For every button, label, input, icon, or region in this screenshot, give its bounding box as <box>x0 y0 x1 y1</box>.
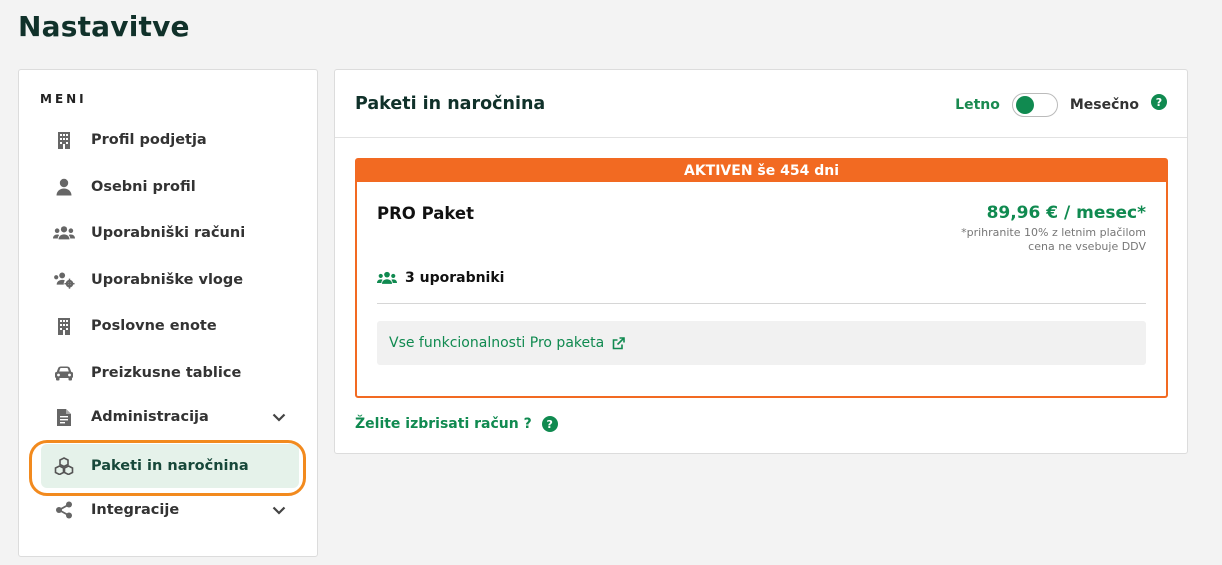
sidebar-item-label: Profil podjetja <box>91 132 207 148</box>
features-link[interactable]: Vse funkcionalnosti Pro paketa <box>389 335 626 351</box>
sidebar-item-label: Integracije <box>91 502 180 518</box>
features-box: Vse funkcionalnosti Pro paketa <box>377 321 1146 365</box>
panel-header: Paketi in naročnina Letno Mesečno ? <box>335 70 1187 138</box>
sidebar-item-label: Uporabniške vloge <box>91 272 244 288</box>
plan-name: PRO Paket <box>377 204 474 223</box>
sidebar-item-paketi-in-narocnina[interactable]: Paketi in naročnina <box>41 444 299 488</box>
toggle-label-yearly[interactable]: Letno <box>955 97 1000 113</box>
page-title: Nastavitve <box>18 10 190 43</box>
subscription-panel: Paketi in naročnina Letno Mesečno ? AKTI… <box>334 69 1188 454</box>
features-link-label: Vse funkcionalnosti Pro paketa <box>389 335 605 351</box>
delete-account-row: Želite izbrisati račun ? ? <box>355 416 558 432</box>
billing-switch[interactable] <box>1011 93 1058 117</box>
toggle-label-monthly[interactable]: Mesečno <box>1070 97 1139 113</box>
building-icon <box>53 129 75 151</box>
chevron-down-icon[interactable] <box>269 500 289 520</box>
sidebar-item-profil-podjetja[interactable]: Profil podjetja <box>41 118 299 162</box>
sidebar-item-uporabniski-racuni[interactable]: Uporabniški računi <box>41 211 299 255</box>
user-icon <box>53 176 75 198</box>
cubes-icon <box>53 455 75 477</box>
users-icon <box>377 271 397 285</box>
sidebar-menu: MENI Profil podjetja Osebni profil Upora… <box>18 69 318 557</box>
help-icon[interactable]: ? <box>541 416 558 432</box>
car-icon <box>53 362 75 384</box>
plan-users-count: 3 uporabniki <box>405 270 505 286</box>
chevron-down-icon[interactable] <box>269 407 289 427</box>
help-icon[interactable]: ? <box>1151 94 1167 110</box>
billing-period-toggle: Letno Mesečno ? <box>955 93 1167 117</box>
delete-account-link[interactable]: Želite izbrisati račun ? <box>355 416 532 432</box>
sidebar-item-label: Paketi in naročnina <box>91 458 249 474</box>
sidebar-item-integracije[interactable]: Integracije <box>41 488 299 532</box>
sidebar-item-preizkusne-tablice[interactable]: Preizkusne tablice <box>41 351 299 395</box>
share-icon <box>53 499 75 521</box>
plan-status-banner: AKTIVEN še 454 dni <box>357 160 1166 182</box>
plan-savings-note: *prihranite 10% z letnim plačilom <box>961 226 1146 239</box>
document-icon <box>53 406 75 428</box>
plan-vat-note: cena ne vsebuje DDV <box>1028 240 1146 253</box>
users-icon <box>53 222 75 244</box>
building-icon <box>53 315 75 337</box>
sidebar-item-osebni-profil[interactable]: Osebni profil <box>41 165 299 209</box>
external-link-icon <box>612 336 626 350</box>
sidebar-item-uporabniske-vloge[interactable]: Uporabniške vloge <box>41 258 299 302</box>
sidebar-item-label: Poslovne enote <box>91 318 217 334</box>
sidebar-item-label: Osebni profil <box>91 179 196 195</box>
plan-card: AKTIVEN še 454 dni PRO Paket 89,96 € / m… <box>355 158 1168 398</box>
divider <box>377 303 1146 304</box>
sidebar-item-label: Administracija <box>91 409 209 425</box>
menu-label: MENI <box>40 92 87 106</box>
plan-users: 3 uporabniki <box>377 270 504 286</box>
sidebar-item-label: Preizkusne tablice <box>91 365 242 381</box>
switch-knob <box>1015 96 1034 114</box>
sidebar-item-administracija[interactable]: Administracija <box>41 395 299 439</box>
panel-title: Paketi in naročnina <box>355 94 546 114</box>
sidebar-item-label: Uporabniški računi <box>91 225 246 241</box>
users-cog-icon <box>53 269 75 291</box>
sidebar-item-poslovne-enote[interactable]: Poslovne enote <box>41 304 299 348</box>
plan-price: 89,96 € / mesec* <box>986 203 1146 223</box>
